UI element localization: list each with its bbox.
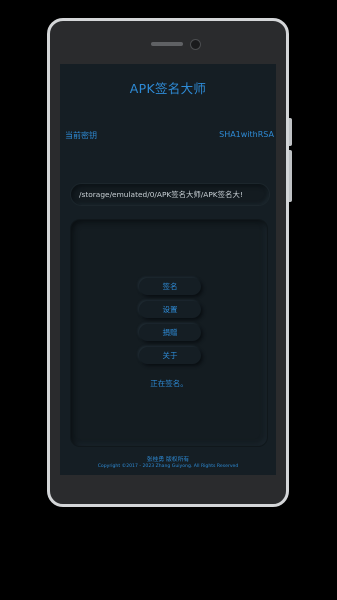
app-title: APK签名大师 <box>129 81 207 96</box>
signature-algorithm-label[interactable]: SHA1withRSA <box>219 130 274 139</box>
about-button[interactable]: 关于 <box>139 347 201 364</box>
speaker-grille <box>151 42 183 46</box>
phone-frame: APK签名大师 当前密钥 SHA1withRSA /storage/emulat… <box>47 18 289 507</box>
status-text: 正在签名。 <box>150 379 188 388</box>
action-panel: 签名 设置 捐赠 关于 正在签名。 <box>71 220 267 446</box>
copyright-notice: Copyright ©2017 - 2023 Zhang Guiyong. Al… <box>97 464 239 469</box>
donate-button[interactable]: 捐赠 <box>139 324 201 341</box>
bottom-bezel <box>50 474 286 504</box>
front-camera-icon <box>190 39 201 50</box>
current-key-link[interactable]: 当前密钥 <box>65 130 97 141</box>
apk-path-input[interactable]: /storage/emulated/0/APK签名大师/APK签名大! <box>71 184 269 205</box>
sign-button[interactable]: 签名 <box>139 278 201 295</box>
app-screen: APK签名大师 当前密钥 SHA1withRSA /storage/emulat… <box>60 64 276 475</box>
author-credit: 张桂勇 版权所有 <box>146 457 190 463</box>
settings-button[interactable]: 设置 <box>139 301 201 318</box>
